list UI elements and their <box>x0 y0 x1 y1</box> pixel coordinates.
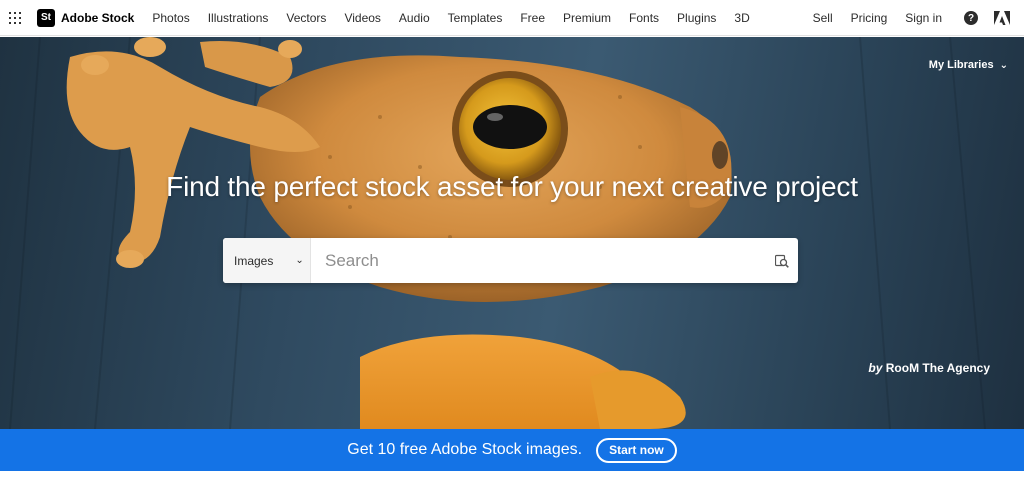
credit-author-link[interactable]: RooM The Agency <box>886 361 990 375</box>
chevron-down-icon: ⌄ <box>295 255 304 266</box>
nav-links: Photos Illustrations Vectors Videos Audi… <box>152 11 767 25</box>
start-now-button[interactable]: Start now <box>596 437 677 463</box>
asset-type-dropdown[interactable]: Images ⌄ <box>223 238 311 283</box>
search-bar: Images ⌄ <box>223 238 798 283</box>
nav-link-3d[interactable]: 3D <box>734 11 749 25</box>
credit-by: by <box>868 361 883 375</box>
nav-link-fonts[interactable]: Fonts <box>629 11 659 25</box>
help-icon[interactable]: ? <box>964 11 978 25</box>
nav-link-free[interactable]: Free <box>520 11 545 25</box>
nav-link-premium[interactable]: Premium <box>563 11 611 25</box>
page-bottom <box>0 471 1024 477</box>
image-credit: by RooM The Agency <box>868 361 990 375</box>
brand-home-link[interactable]: St Adobe Stock <box>37 8 135 27</box>
nav-right: Sell Pricing Sign in ? <box>795 0 1010 36</box>
adobe-stock-logo: St <box>37 8 55 27</box>
hero-headline: Find the perfect stock asset for your ne… <box>166 171 858 202</box>
nav-link-videos[interactable]: Videos <box>344 11 380 25</box>
asset-type-value: Images <box>234 253 274 268</box>
sell-link[interactable]: Sell <box>813 11 833 25</box>
my-libraries-button[interactable]: My Libraries ⌄ <box>929 59 1008 71</box>
brand-name: Adobe Stock <box>61 10 135 25</box>
search-input[interactable] <box>311 238 766 283</box>
nav-link-vectors[interactable]: Vectors <box>286 11 326 25</box>
visual-search-icon[interactable] <box>766 238 798 283</box>
adobe-logo-icon[interactable] <box>994 11 1010 25</box>
pricing-link[interactable]: Pricing <box>851 11 888 25</box>
nav-link-plugins[interactable]: Plugins <box>677 11 716 25</box>
nav-link-photos[interactable]: Photos <box>152 11 189 25</box>
app-switcher-icon[interactable] <box>9 11 21 24</box>
hero-banner: My Libraries ⌄ Find the perfect stock as… <box>0 37 1024 429</box>
nav-link-templates[interactable]: Templates <box>448 11 503 25</box>
nav-link-illustrations[interactable]: Illustrations <box>208 11 269 25</box>
nav-link-audio[interactable]: Audio <box>399 11 430 25</box>
top-navigation: St Adobe Stock Photos Illustrations Vect… <box>0 0 1024 36</box>
signin-link[interactable]: Sign in <box>905 11 942 25</box>
promo-text: Get 10 free Adobe Stock images. <box>347 441 583 458</box>
my-libraries-label: My Libraries <box>928 59 994 71</box>
promo-banner: Get 10 free Adobe Stock images. Start no… <box>0 429 1024 471</box>
chevron-down-icon: ⌄ <box>999 59 1008 71</box>
